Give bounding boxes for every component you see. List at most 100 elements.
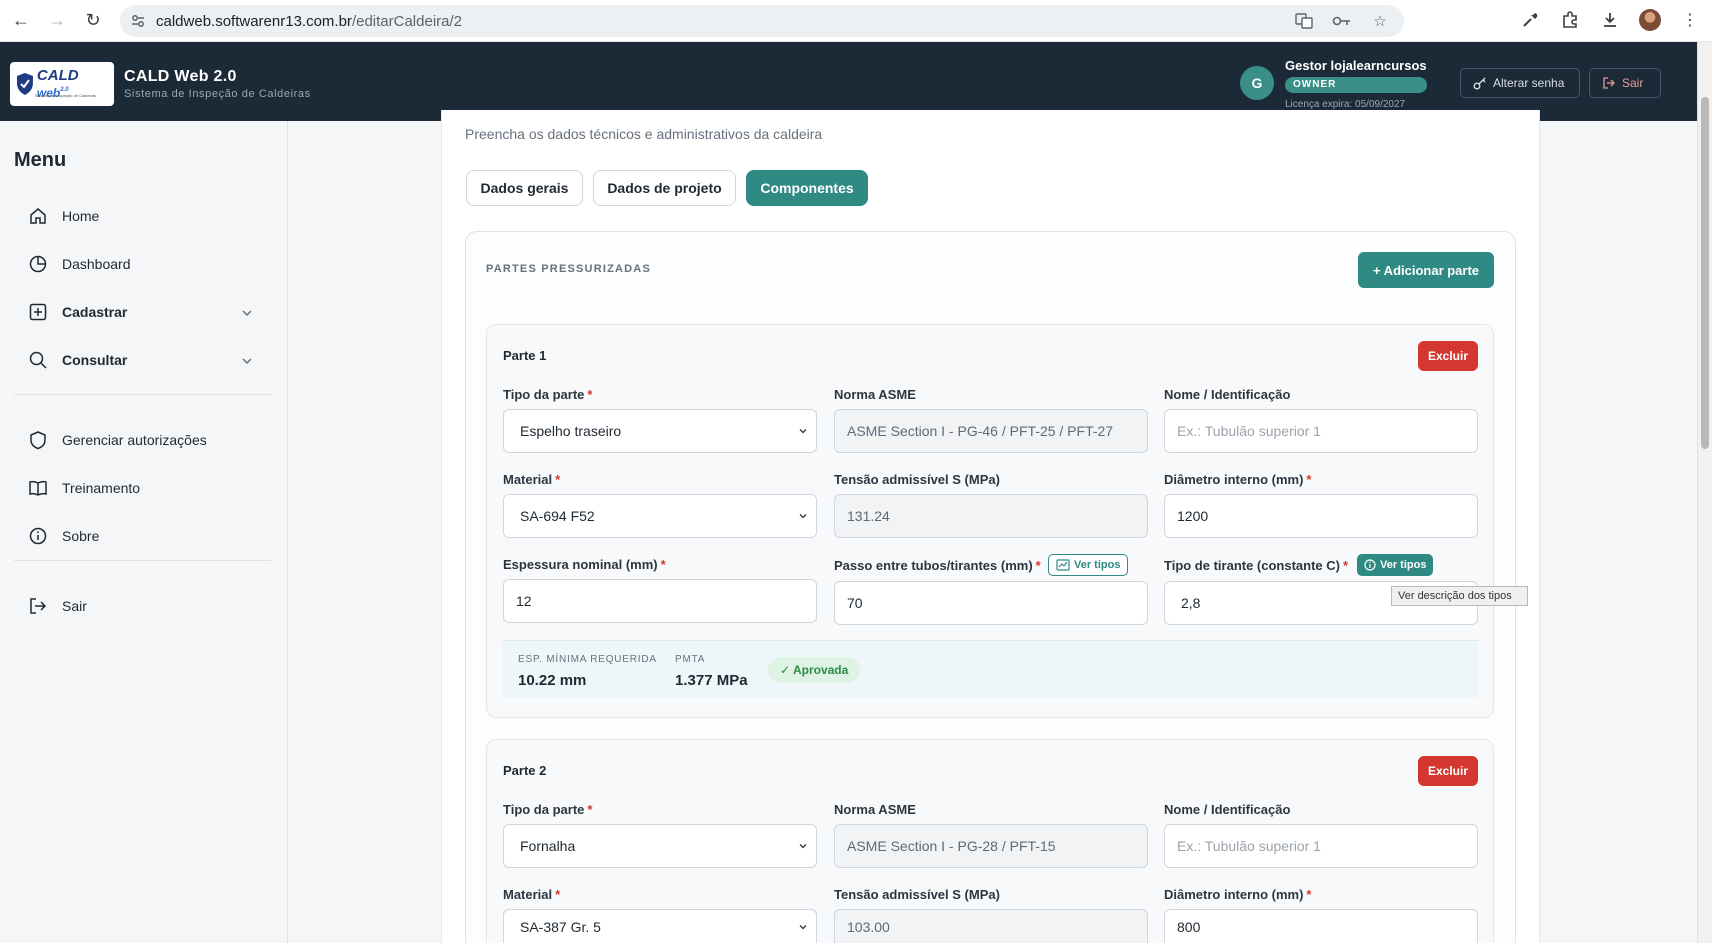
user-avatar[interactable]: G [1240,66,1274,100]
identification-input[interactable]: Ex.: Tubulão superior 1 [1164,824,1478,868]
logout-icon [1603,77,1615,89]
pmta-value: 1.377 MPa [675,672,748,689]
url-path: /editarCaldeira/2 [351,12,462,30]
app-title: CALD Web 2.0 [124,68,237,85]
app-subtitle: Sistema de Inspeção de Caldeiras [124,88,311,100]
download-icon[interactable] [1598,6,1622,34]
url-domain: caldweb.softwarenr13.com.br [156,12,352,30]
site-settings-icon[interactable] [130,13,146,29]
eyedropper-icon[interactable] [1518,6,1542,34]
chevron-down-icon[interactable] [240,306,254,320]
key-icon[interactable] [1332,11,1352,31]
part-type-select[interactable]: Fornalha [503,824,817,868]
add-part-button[interactable]: + Adicionar parte [1358,252,1494,288]
material-label: Material * [503,472,561,487]
chevron-down-icon [799,514,807,519]
menu-title: Menu [14,149,67,171]
sidebar-item-cadastrar[interactable]: Cadastrar [28,300,127,324]
asme-norm-field: ASME Section I - PG-28 / PFT-15 [834,824,1148,868]
inner-diameter-input[interactable]: 1200 [1164,494,1478,538]
sidebar-item-home[interactable]: Home [28,204,99,228]
bookmark-star-icon[interactable]: ☆ [1370,11,1390,31]
extensions-icon[interactable] [1558,6,1582,34]
profile-avatar[interactable] [1638,6,1662,34]
plus-square-icon [29,303,47,321]
search-icon [29,351,47,369]
part-title: Parte 2 [503,763,547,778]
inner-diameter-label: Diâmetro interno (mm) * [1164,472,1312,487]
sidebar-item-label: Sair [62,598,87,614]
asme-norm-label: Norma ASME [834,387,916,402]
sidebar-item-gerenciar-autorizacoes[interactable]: Gerenciar autorizações [28,428,207,452]
shield-icon [30,431,46,450]
forward-icon[interactable]: → [42,6,72,36]
sidebar-item-label: Gerenciar autorizações [62,432,207,448]
book-icon [29,480,47,496]
nominal-thickness-input[interactable]: 12 [503,579,817,623]
chart-icon [1056,559,1070,571]
part-title: Parte 1 [503,348,547,363]
browser-toolbar: ← → ↻ caldweb.softwarenr13.com.br/editar… [0,0,1712,42]
browser-menu-icon[interactable]: ⋮ [1678,6,1702,34]
logout-button[interactable]: Sair [1589,68,1661,98]
stay-type-label: Tipo de tirante (constante C) * [1164,558,1349,573]
page-description: Preencha os dados técnicos e administrat… [465,126,823,142]
part-type-select[interactable]: Espelho traseiro [503,409,817,453]
app-logo[interactable]: CALD web2.0 Sistema de Inspeção de Calde… [10,62,114,106]
sidebar-item-label: Cadastrar [62,304,128,320]
license-expiry: Licença expira: 05/09/2027 [1285,99,1406,110]
sidebar-item-consultar[interactable]: Consultar [28,348,127,372]
view-pitch-types-button[interactable]: Ver tipos [1048,554,1129,576]
asme-norm-label: Norma ASME [834,802,916,817]
delete-part-button[interactable]: Excluir [1418,756,1478,786]
allowable-stress-field: 131.24 [834,494,1148,538]
home-icon [30,208,46,224]
chevron-down-icon [799,844,807,849]
inner-diameter-label: Diâmetro interno (mm) * [1164,887,1312,902]
section-title: PARTES PRESSURIZADAS [486,263,651,275]
translate-icon[interactable] [1294,11,1314,31]
logo-shield-icon [16,73,33,95]
sidebar: Menu Home Dashboard Cadastrar Consultar … [0,121,288,943]
part-type-label: Tipo da parte * [503,802,593,817]
view-stay-types-button[interactable]: Ver tipos [1357,554,1434,576]
chevron-down-icon [799,925,807,930]
logout-icon [30,598,47,614]
min-thickness-value: 10.22 mm [518,672,587,689]
tab-dados-de-projeto[interactable]: Dados de projeto [593,170,736,206]
tab-dados-gerais[interactable]: Dados gerais [466,170,583,206]
sidebar-item-treinamento[interactable]: Treinamento [28,476,140,500]
allowable-stress-label: Tensão admissível S (MPa) [834,472,1000,487]
tube-pitch-input[interactable]: 70 [834,581,1148,625]
back-icon[interactable]: ← [6,6,36,36]
inner-diameter-input[interactable]: 800 [1164,909,1478,943]
sidebar-item-dashboard[interactable]: Dashboard [28,252,131,276]
page-scrollbar[interactable] [1697,42,1712,943]
info-icon [1364,559,1376,571]
chevron-down-icon[interactable] [240,354,254,368]
sidebar-item-sobre[interactable]: Sobre [28,524,99,548]
identification-input[interactable]: Ex.: Tubulão superior 1 [1164,409,1478,453]
sidebar-item-sair[interactable]: Sair [28,594,87,618]
logo-tagline: Sistema de Inspeção de Caldeiras [35,93,96,98]
material-select[interactable]: SA-694 F52 [503,494,817,538]
delete-part-button[interactable]: Excluir [1418,341,1478,371]
sidebar-item-label: Dashboard [62,256,131,272]
part-type-label: Tipo da parte * [503,387,593,402]
sidebar-item-label: Treinamento [62,480,141,496]
change-password-button[interactable]: Alterar senha [1460,68,1580,98]
address-bar[interactable]: caldweb.softwarenr13.com.br/editarCaldei… [120,5,1404,37]
material-select[interactable]: SA-387 Gr. 5 [503,909,817,943]
change-password-label: Alterar senha [1493,76,1565,90]
tab-componentes[interactable]: Componentes [746,170,868,206]
info-icon [29,527,47,545]
nominal-thickness-label: Espessura nominal (mm) * [503,557,666,572]
reload-icon[interactable]: ↻ [78,6,108,36]
tube-pitch-label: Passo entre tubos/tirantes (mm) * [834,558,1041,573]
allowable-stress-label: Tensão admissível S (MPa) [834,887,1000,902]
role-badge: OWNER [1285,77,1427,93]
logout-label: Sair [1622,76,1644,90]
sidebar-divider [14,394,271,395]
scroll-thumb[interactable] [1701,97,1709,449]
key-icon [1473,77,1486,90]
